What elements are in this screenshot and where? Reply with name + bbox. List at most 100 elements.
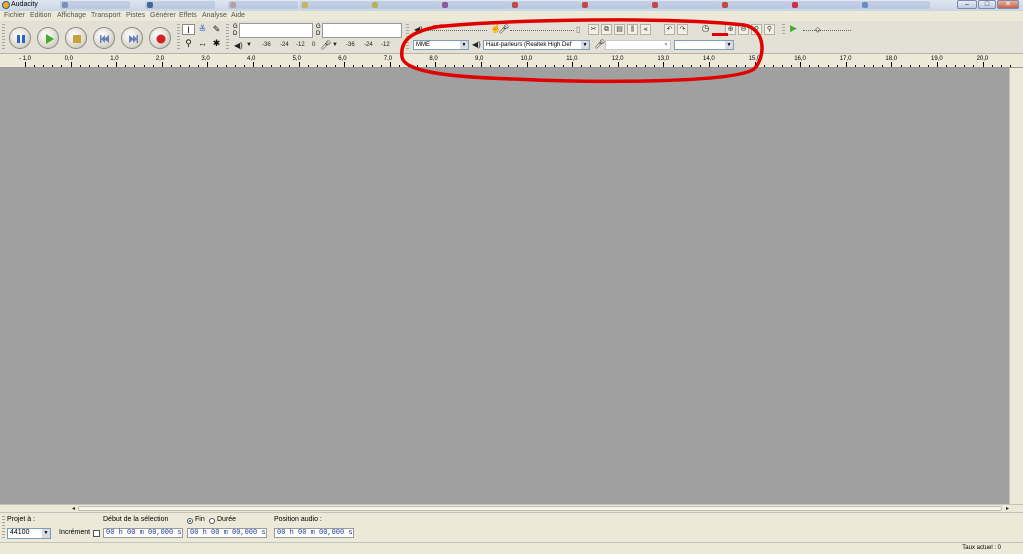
ruler-minor-tick (854, 65, 856, 67)
ruler-minor-tick (873, 65, 875, 67)
stop-button[interactable] (65, 27, 87, 49)
project-rate-select[interactable]: 44100 ▼ (7, 528, 51, 539)
trim-button[interactable]: ⫼ (627, 24, 638, 35)
track-panel[interactable] (0, 68, 1009, 504)
ruler-minor-tick (262, 65, 264, 67)
maximize-button[interactable]: □ (978, 0, 996, 9)
menu-effets[interactable]: Effets (179, 12, 197, 19)
menu-pistes[interactable]: Pistes (126, 12, 145, 19)
ruler-minor-tick (444, 65, 446, 67)
ruler-minor-tick (781, 65, 783, 67)
fit-selection-button[interactable]: ⚲ (751, 24, 762, 35)
ruler-minor-tick (553, 65, 555, 67)
background-tab (145, 1, 215, 9)
skip-to-end-button[interactable] (121, 27, 143, 49)
chevron-down-icon: ▼ (460, 41, 468, 49)
silence-button[interactable]: ⫷ (640, 24, 651, 35)
record-meter-right-label: D (316, 31, 321, 37)
ruler-minor-tick (1009, 65, 1011, 67)
ruler-minor-tick (636, 65, 638, 67)
snap-to-checkbox[interactable] (93, 530, 100, 537)
background-tab (60, 1, 130, 9)
ruler-major-tick (937, 62, 938, 67)
selection-start-field[interactable]: 00 h 00 m 00,000 s (103, 528, 183, 538)
cut-button[interactable]: ✂ (588, 24, 599, 35)
play-button[interactable] (37, 27, 59, 49)
audio-position-field[interactable]: 00 h 00 m 00,000 s (274, 528, 354, 538)
timeline-ruler[interactable]: - 1,0 0,0 1,0 2,0 3,0 4,0 5,0 6,0 7,0 8,0 9,0 10,0 1… (0, 54, 1023, 68)
input-channels-select[interactable]: ▼ (674, 40, 734, 50)
redo-button[interactable]: ↷ (677, 24, 688, 35)
pause-button[interactable] (9, 27, 31, 49)
snap-to-label: Incrément (59, 529, 91, 536)
output-device-select[interactable]: Haut-parleurs (Realtek High Def ▼ (483, 40, 590, 50)
record-meter-menu-icon[interactable]: ▼ (332, 42, 338, 48)
horizontal-scrollbar[interactable]: ◂ ▸ (0, 504, 1023, 512)
scroll-left-icon[interactable]: ◂ (72, 505, 75, 512)
ruler-major-tick (298, 62, 300, 67)
end-radio[interactable] (187, 518, 193, 524)
draw-tool[interactable]: ✎ (210, 24, 223, 35)
envelope-tool[interactable]: ≚ (196, 24, 209, 35)
multi-tool[interactable]: ✱ (210, 38, 223, 49)
playback-meter[interactable] (239, 23, 313, 38)
fit-project-button[interactable]: ⚲ (764, 24, 775, 35)
ruler-minor-tick (417, 65, 419, 67)
ruler-minor-tick (882, 65, 884, 67)
undo-icon: ↶ (666, 26, 673, 33)
zoom-in-icon: ⊕ (727, 26, 734, 33)
vertical-scrollbar[interactable] (1009, 68, 1023, 504)
play-at-speed-slider[interactable] (803, 30, 851, 31)
paste-button[interactable]: ▤ (614, 24, 625, 35)
menu-aide[interactable]: Aide (231, 12, 245, 19)
menu-affichage[interactable]: Affichage (57, 12, 86, 19)
toolbar-grip[interactable] (406, 39, 409, 51)
timeshift-tool[interactable]: ↔ (196, 38, 209, 49)
skip-to-start-button[interactable] (93, 27, 115, 49)
project-rate-label: Projet à : (7, 516, 36, 523)
sync-lock-button[interactable]: ◷ (700, 24, 711, 35)
toolbar-grip[interactable] (177, 24, 180, 50)
ruler-minor-tick (654, 65, 656, 67)
toolbar-grip[interactable] (226, 24, 229, 50)
record-button[interactable] (149, 27, 171, 49)
ruler-minor-tick (900, 65, 902, 67)
length-radio[interactable] (209, 518, 215, 524)
ruler-major-tick (982, 62, 984, 67)
toolbar-grip[interactable] (2, 516, 5, 538)
close-button[interactable]: ✕ (997, 0, 1019, 9)
ruler-minor-tick (818, 65, 820, 67)
menu-transport[interactable]: Transport (91, 12, 121, 19)
ruler-minor-tick (43, 65, 45, 67)
input-volume-slider[interactable] (510, 30, 574, 31)
zoom-out-button[interactable]: ⊖ (738, 24, 749, 35)
undo-button[interactable]: ↶ (664, 24, 675, 35)
minimize-button[interactable]: – (957, 0, 977, 9)
toolbar-grip[interactable] (2, 24, 5, 50)
record-meter[interactable] (322, 23, 402, 38)
scroll-right-icon[interactable]: ▸ (1006, 505, 1009, 512)
horizontal-scroll-thumb[interactable] (78, 506, 1002, 511)
menu-fichier[interactable]: Fichier (4, 12, 25, 19)
menu-generer[interactable]: Générer (150, 12, 176, 19)
input-device-select[interactable]: ▼ (605, 40, 671, 50)
ruler-minor-tick (107, 65, 109, 67)
output-volume-slider[interactable] (427, 30, 487, 31)
ruler-minor-tick (325, 65, 327, 67)
ruler-minor-tick (243, 65, 245, 67)
menu-edition[interactable]: Edition (30, 12, 51, 19)
audio-host-select[interactable]: MME ▼ (413, 40, 469, 50)
ruler-minor-tick (946, 65, 948, 67)
ruler-tick-label: 8,0 (429, 56, 438, 62)
copy-button[interactable]: ⧉ (601, 24, 612, 35)
play-at-speed-button[interactable]: ▶ (788, 24, 799, 35)
toolbar-grip[interactable] (782, 24, 785, 36)
menu-analyse[interactable]: Analyse (202, 12, 227, 19)
ruler-major-tick (253, 62, 254, 67)
zoom-tool[interactable]: ⚲ (182, 38, 195, 49)
selection-tool[interactable]: I (182, 24, 195, 35)
selection-end-field[interactable]: 00 h 00 m 00,000 s (187, 528, 267, 538)
cut-icon: ✂ (590, 26, 597, 33)
playback-meter-menu-icon[interactable]: ▼ (246, 42, 252, 48)
speed-slider-thumb-icon: ⬦ (815, 25, 821, 34)
